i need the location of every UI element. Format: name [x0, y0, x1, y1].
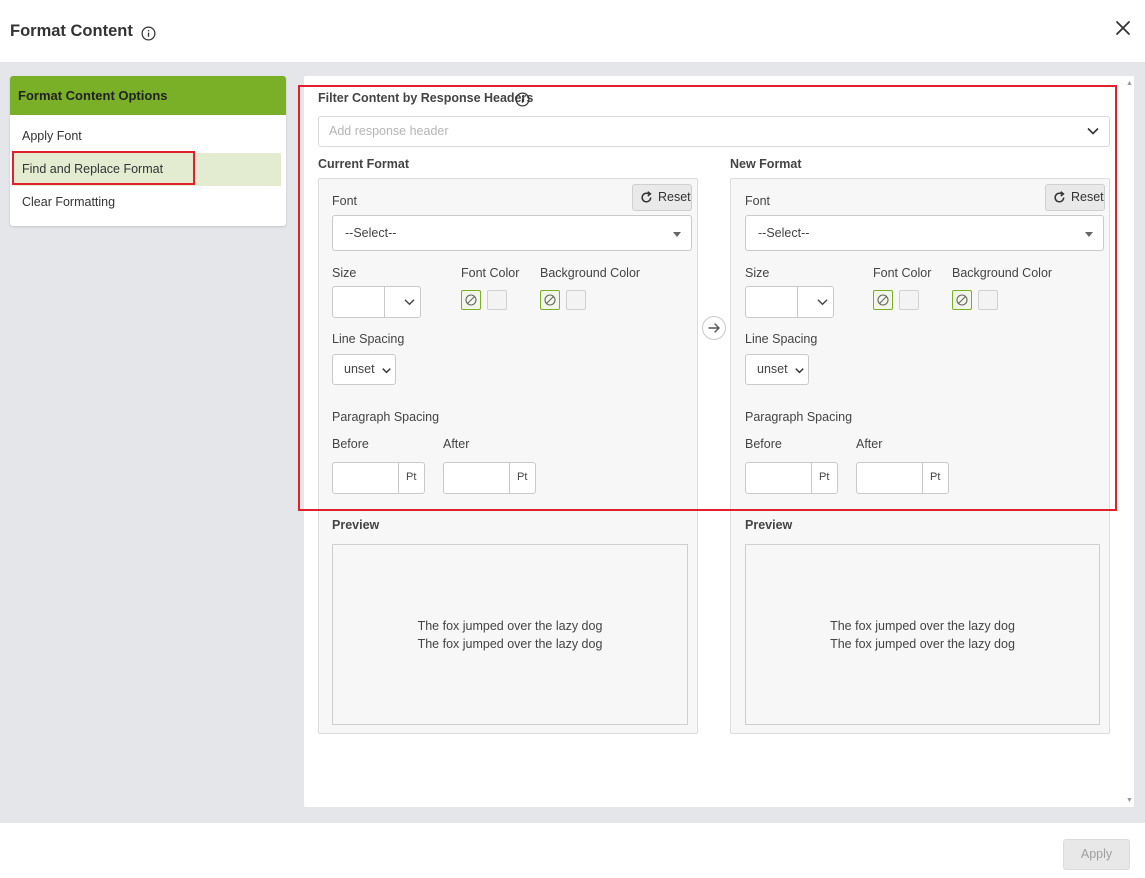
filter-info-icon[interactable] — [515, 92, 530, 107]
preview-text-line: The fox jumped over the lazy dog — [417, 619, 603, 633]
current-font-color-label: Font Color — [461, 266, 520, 280]
new-reset-label: Reset — [1071, 190, 1104, 204]
caret-down-icon — [1085, 232, 1093, 237]
sidebar-item-apply-font[interactable]: Apply Font — [14, 120, 281, 153]
new-background-color-label: Background Color — [952, 266, 1053, 280]
preview-text-line: The fox jumped over the lazy dog — [417, 637, 603, 651]
no-color-icon — [465, 294, 477, 306]
new-line-spacing-label: Line Spacing — [745, 332, 818, 346]
close-icon[interactable] — [1115, 20, 1131, 36]
current-preview-label: Preview — [332, 518, 380, 532]
current-reset-label: Reset — [658, 190, 691, 204]
current-font-label: Font — [332, 194, 358, 208]
new-line-spacing-value: unset — [757, 362, 788, 376]
dialog-header: Format Content — [0, 0, 1145, 62]
unit-label: Pt — [517, 471, 528, 483]
info-icon[interactable] — [141, 26, 156, 41]
current-font-color-none[interactable] — [461, 290, 481, 310]
caret-down-icon — [673, 232, 681, 237]
new-after-label: After — [856, 437, 883, 451]
refresh-icon — [641, 191, 652, 203]
preview-text-line: The fox jumped over the lazy dog — [830, 637, 1015, 651]
new-font-color-label: Font Color — [873, 266, 932, 280]
chevron-down-icon — [1087, 127, 1099, 135]
dialog-title: Format Content — [10, 22, 133, 40]
new-after-input[interactable]: Pt — [856, 462, 949, 494]
current-font-value: --Select-- — [345, 226, 397, 240]
new-before-label: Before — [745, 437, 782, 451]
new-font-value: --Select-- — [758, 226, 810, 240]
no-color-icon — [956, 294, 968, 306]
current-paragraph-spacing-label: Paragraph Spacing — [332, 410, 440, 424]
current-line-spacing-select[interactable]: unset — [332, 354, 396, 385]
filter-label: Filter Content by Response Headers — [318, 91, 534, 105]
new-background-color-swatch[interactable] — [978, 290, 998, 310]
apply-button[interactable]: Apply — [1063, 839, 1130, 870]
current-after-label: After — [443, 437, 470, 451]
current-reset-button[interactable]: Reset — [632, 184, 692, 211]
current-line-spacing-label: Line Spacing — [332, 332, 405, 346]
current-background-color-none[interactable] — [540, 290, 560, 310]
current-background-color-label: Background Color — [540, 266, 641, 280]
chevron-down-icon — [382, 368, 391, 374]
new-preview-label: Preview — [745, 518, 793, 532]
current-before-label: Before — [332, 437, 369, 451]
chevron-down-icon — [795, 368, 804, 374]
scroll-up-arrow[interactable]: ▲ — [1126, 80, 1133, 87]
arrow-right-icon — [702, 316, 726, 340]
current-font-select[interactable]: --Select-- — [332, 215, 692, 251]
current-preview-box: The fox jumped over the lazy dog The fox… — [332, 544, 688, 725]
new-reset-button[interactable]: Reset — [1045, 184, 1105, 211]
new-preview-box: The fox jumped over the lazy dog The fox… — [745, 544, 1100, 725]
response-header-select[interactable]: Add response header — [318, 116, 1110, 147]
new-format-heading: New Format — [730, 157, 802, 171]
current-font-color-swatch[interactable] — [487, 290, 507, 310]
unit-label: Pt — [406, 471, 417, 483]
new-size-select[interactable] — [745, 286, 834, 318]
response-header-placeholder: Add response header — [329, 124, 449, 138]
new-before-input[interactable]: Pt — [745, 462, 838, 494]
preview-text-line: The fox jumped over the lazy dog — [830, 619, 1015, 633]
refresh-icon — [1054, 191, 1065, 203]
no-color-icon — [544, 294, 556, 306]
new-font-label: Font — [745, 194, 771, 208]
new-size-label: Size — [745, 266, 770, 280]
selected-item-highlight — [12, 151, 195, 185]
sidebar-item-clear-formatting[interactable]: Clear Formatting — [14, 186, 281, 219]
new-line-spacing-select[interactable]: unset — [745, 354, 809, 385]
unit-label: Pt — [930, 471, 941, 483]
new-font-select[interactable]: --Select-- — [745, 215, 1104, 251]
new-font-color-none[interactable] — [873, 290, 893, 310]
sidebar-heading: Format Content Options — [10, 76, 286, 115]
no-color-icon — [877, 294, 889, 306]
current-after-input[interactable]: Pt — [443, 462, 536, 494]
current-background-color-swatch[interactable] — [566, 290, 586, 310]
scroll-down-arrow[interactable]: ▼ — [1126, 797, 1133, 804]
new-background-color-none[interactable] — [952, 290, 972, 310]
current-size-select[interactable] — [332, 286, 421, 318]
new-font-color-swatch[interactable] — [899, 290, 919, 310]
current-format-heading: Current Format — [318, 157, 409, 171]
new-paragraph-spacing-label: Paragraph Spacing — [745, 410, 853, 424]
current-before-input[interactable]: Pt — [332, 462, 425, 494]
current-size-label: Size — [332, 266, 357, 280]
chevron-down-icon — [817, 299, 828, 306]
chevron-down-icon — [404, 299, 415, 306]
unit-label: Pt — [819, 471, 830, 483]
current-line-spacing-value: unset — [344, 362, 375, 376]
